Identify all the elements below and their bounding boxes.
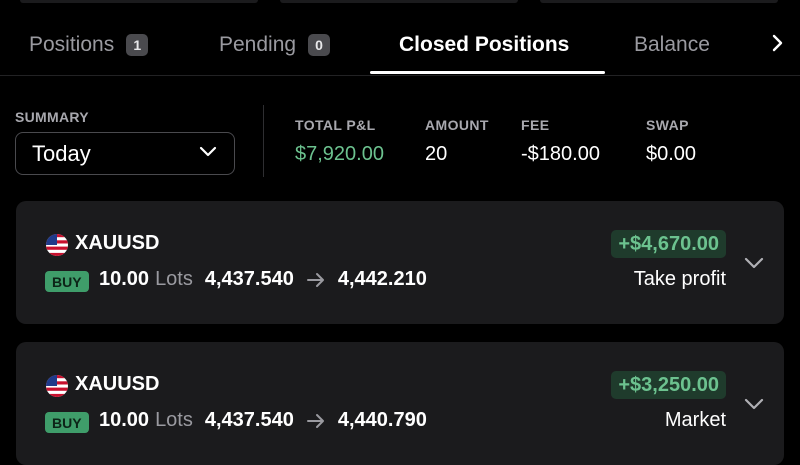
stat-value: $7,920.00 [295, 143, 384, 165]
lots-value: 10.00 [99, 268, 150, 290]
pnl-badge: +$4,670.00 [611, 230, 726, 258]
stat-total-pnl: TOTAL P&L $7,920.00 [295, 117, 384, 166]
open-price: 4,437.540 [204, 409, 294, 431]
stat-label: FEE [521, 117, 550, 133]
lots-unit: Lots [155, 268, 193, 290]
close-price: 4,442.210 [337, 268, 427, 290]
stat-value: -$180.00 [521, 143, 600, 165]
stat-amount: AMOUNT 20 [425, 117, 489, 166]
lots-unit: Lots [155, 409, 193, 431]
pnl-badge: +$3,250.00 [611, 371, 726, 399]
us-flag-icon [46, 234, 68, 256]
tab-balance[interactable]: Balance [634, 14, 710, 75]
stat-label: AMOUNT [425, 117, 489, 133]
top-strip-segment [540, 0, 778, 3]
chevron-down-icon[interactable] [742, 392, 766, 416]
stat-swap: SWAP $0.00 [646, 117, 696, 166]
closed-position-card[interactable]: XAUUSD BUY 10.00 Lots 4,437.540 4,442.21… [16, 201, 784, 324]
tab-closed-positions[interactable]: Closed Positions [399, 14, 569, 75]
tab-label: Pending [219, 32, 297, 56]
stat-label: SWAP [646, 117, 689, 133]
close-price: 4,440.790 [337, 409, 427, 431]
open-price: 4,437.540 [204, 268, 294, 290]
divider [263, 105, 264, 177]
summary-label: SUMMARY [15, 109, 89, 125]
tab-positions[interactable]: Positions 1 [29, 14, 149, 75]
period-select[interactable]: Today [15, 132, 235, 175]
top-strip [0, 0, 800, 4]
top-strip-segment [20, 0, 258, 3]
active-tab-indicator [370, 71, 605, 74]
close-reason: Take profit [633, 268, 726, 290]
trade-details: 10.00 Lots 4,437.540 4,440.790 [99, 409, 427, 432]
top-strip-segment [280, 0, 518, 3]
symbol: XAUUSD [75, 373, 160, 395]
stat-fee: FEE -$180.00 [521, 117, 600, 166]
chevron-right-icon [770, 33, 784, 58]
tab-label: Closed Positions [399, 32, 570, 56]
chevron-down-icon [198, 144, 218, 163]
buy-badge: BUY [45, 271, 89, 292]
count-badge: 0 [308, 33, 331, 56]
us-flag-icon [46, 375, 68, 397]
tab-label: Positions [29, 32, 115, 56]
symbol: XAUUSD [75, 232, 160, 254]
arrow-right-icon [306, 413, 326, 429]
trade-details: 10.00 Lots 4,437.540 4,442.210 [99, 268, 427, 291]
tab-bar: Positions 1 Pending 0 Closed Positions B… [0, 14, 800, 76]
stat-label: TOTAL P&L [295, 117, 376, 133]
lots-value: 10.00 [99, 409, 150, 431]
closed-position-card[interactable]: XAUUSD BUY 10.00 Lots 4,437.540 4,440.79… [16, 342, 784, 465]
stat-value: $0.00 [646, 143, 697, 165]
tab-pending[interactable]: Pending 0 [219, 14, 331, 75]
tabs-scroll-right-button[interactable] [760, 28, 794, 62]
close-reason: Market [664, 409, 726, 431]
count-badge: 1 [126, 33, 149, 56]
period-select-value: Today [32, 140, 91, 166]
buy-badge: BUY [45, 412, 89, 433]
arrow-right-icon [306, 272, 326, 288]
stat-value: 20 [425, 143, 448, 165]
chevron-down-icon[interactable] [742, 251, 766, 275]
tab-label: Balance [634, 32, 710, 56]
